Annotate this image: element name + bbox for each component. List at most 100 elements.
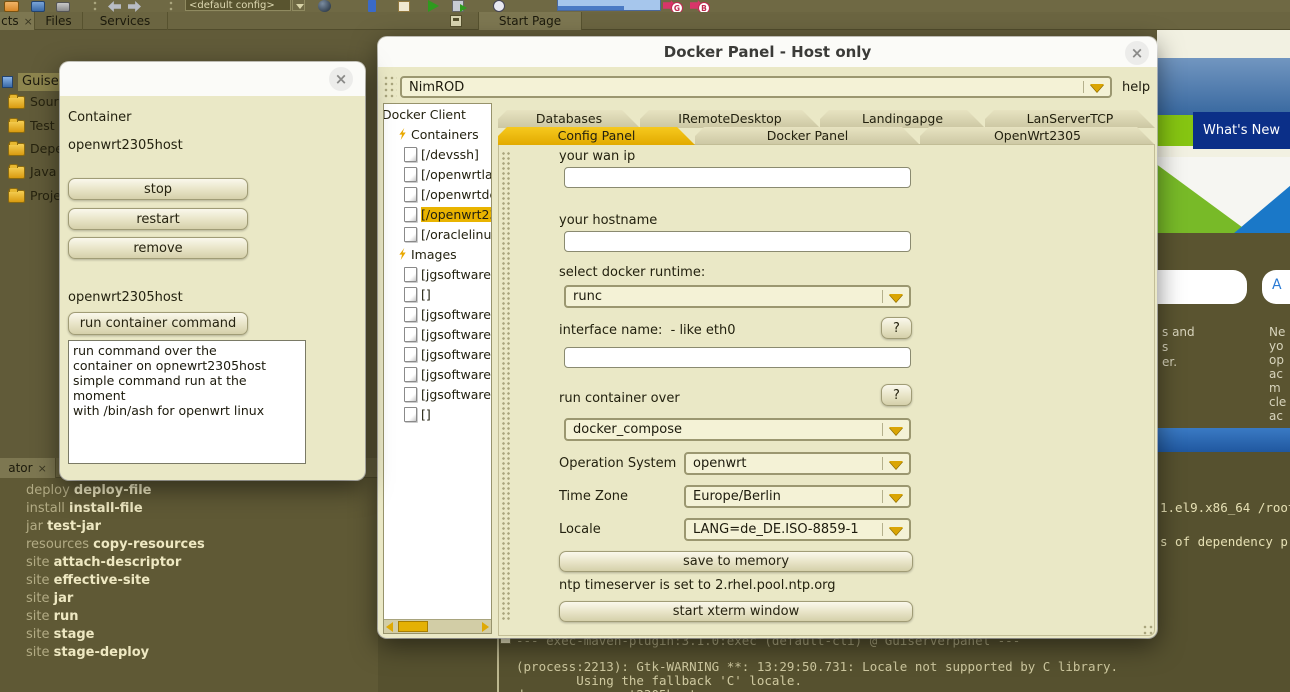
print-icon[interactable]: [56, 2, 70, 12]
tree-item-sources[interactable]: Sour: [30, 94, 59, 109]
tab-files[interactable]: Files: [35, 12, 83, 30]
docker-tree[interactable]: Docker Client Containers [/devssh] [/ope…: [383, 103, 492, 634]
tree-item-project-files[interactable]: Proje: [30, 188, 61, 203]
docs-icon[interactable]: [398, 1, 410, 12]
nav-goal[interactable]: site attach-descriptor: [26, 555, 181, 570]
nav-goal[interactable]: deploy deploy-file: [26, 483, 152, 498]
start-xterm-button[interactable]: start xterm window: [559, 601, 913, 622]
run-project-icon[interactable]: [428, 0, 439, 12]
tree-leaf-container[interactable]: [/openwrtderb: [384, 184, 491, 204]
config-select[interactable]: <default config>: [185, 0, 291, 11]
close-icon[interactable]: ×: [1125, 41, 1149, 65]
clean-build-icon[interactable]: [368, 0, 376, 12]
editor-dock-icon[interactable]: [450, 15, 462, 27]
memory-gauge[interactable]: [557, 0, 661, 11]
run-over-help-button[interactable]: ?: [881, 384, 912, 406]
remove-button[interactable]: remove: [68, 237, 248, 259]
whats-new-banner[interactable]: What's New: [1193, 112, 1290, 149]
scroll-left-icon[interactable]: [386, 622, 393, 632]
wan-ip-input[interactable]: [564, 167, 911, 188]
tree-node-containers[interactable]: Containers: [384, 124, 491, 144]
news-card: [1157, 270, 1247, 304]
project-root-icon: [2, 76, 13, 88]
stop-button[interactable]: stop: [68, 178, 248, 200]
command-textarea[interactable]: run command over the container on opnewr…: [68, 340, 306, 464]
tree-leaf-container[interactable]: [/oraclelinuxla: [384, 224, 491, 244]
interface-input[interactable]: [564, 347, 911, 368]
card-text-fragment: s andser.: [1162, 325, 1195, 370]
news-card-2[interactable]: A: [1262, 270, 1290, 304]
nav-goal[interactable]: install install-file: [26, 501, 143, 516]
tree-leaf-container[interactable]: [/devssh]: [384, 144, 491, 164]
locale-combo[interactable]: LANG=de_DE.ISO-8859-1: [684, 518, 911, 541]
tab-docker-panel[interactable]: Docker Panel: [695, 127, 920, 145]
scroll-right-icon[interactable]: [482, 622, 489, 632]
timezone-combo[interactable]: Europe/Berlin: [684, 485, 911, 508]
tab-lanservertcp[interactable]: LanServerTCP: [985, 110, 1155, 128]
tree-leaf-image[interactable]: [jgsoftwares/c: [384, 344, 491, 364]
debug-project-icon[interactable]: [452, 0, 464, 12]
tree-leaf-image[interactable]: [jgsoftwares/c: [384, 324, 491, 344]
hostname-input[interactable]: [564, 231, 911, 252]
resize-grip[interactable]: [1142, 624, 1154, 636]
restart-button[interactable]: restart: [68, 208, 248, 230]
help-link[interactable]: help: [1122, 80, 1150, 95]
stop-server-icon[interactable]: B: [690, 0, 708, 12]
tab-config-panel[interactable]: Config Panel: [498, 127, 695, 145]
container-dialog-titlebar[interactable]: [60, 62, 365, 96]
save-to-memory-button[interactable]: save to memory: [559, 551, 913, 572]
docker-dialog-titlebar[interactable]: Docker Panel - Host only: [378, 37, 1157, 67]
tree-item-java-dependencies[interactable]: Java: [30, 164, 56, 179]
close-icon[interactable]: ×: [329, 67, 353, 91]
tree-leaf-image[interactable]: [jgsoftwares/c: [384, 264, 491, 284]
tab-services[interactable]: Services: [83, 12, 168, 30]
new-file-icon[interactable]: [4, 1, 19, 12]
save-icon[interactable]: [31, 1, 45, 12]
tab-landingapge[interactable]: Landingapge: [820, 110, 985, 128]
tab-navigator[interactable]: ator×: [0, 458, 56, 478]
undo-icon[interactable]: [108, 1, 121, 12]
nav-goal[interactable]: site effective-site: [26, 573, 150, 588]
theme-combo[interactable]: NimROD: [400, 76, 1112, 98]
tree-node-images[interactable]: Images: [384, 244, 491, 264]
tree-leaf-image[interactable]: [jgsoftwares/c: [384, 304, 491, 324]
runtime-combo[interactable]: runc: [564, 285, 911, 308]
runtime-label: select docker runtime:: [559, 265, 705, 280]
close-icon[interactable]: ×: [24, 15, 33, 28]
tree-leaf-container[interactable]: [/openwrtland: [384, 164, 491, 184]
tree-leaf-image[interactable]: [jgsoftwares/c: [384, 364, 491, 384]
tree-h-scrollbar[interactable]: [384, 619, 491, 633]
tree-item-dependencies[interactable]: Depe: [30, 141, 63, 156]
nav-goal[interactable]: resources copy-resources: [26, 537, 205, 552]
drag-grip[interactable]: [383, 75, 397, 99]
tab-start-page[interactable]: Start Page: [478, 12, 582, 30]
tree-leaf-image[interactable]: [jgsoftwares/h: [384, 384, 491, 404]
nav-goal[interactable]: site stage: [26, 627, 94, 642]
file-icon: [404, 327, 417, 342]
profile-project-icon[interactable]: [493, 0, 505, 12]
tab-databases[interactable]: Databases: [498, 110, 640, 128]
tab-iremotedesktop[interactable]: IRemoteDesktop: [640, 110, 820, 128]
start-page-header: [1157, 58, 1290, 118]
tab-openwrt2305[interactable]: OpenWrt2305: [920, 127, 1155, 145]
nav-goal[interactable]: jar test-jar: [26, 519, 101, 534]
run-container-command-button[interactable]: run container command: [68, 312, 248, 335]
scrollbar-thumb[interactable]: [398, 621, 428, 632]
nav-goal[interactable]: site stage-deploy: [26, 645, 149, 660]
tree-leaf-container-selected[interactable]: [/openwrt2305: [384, 204, 491, 224]
close-icon[interactable]: ×: [38, 462, 47, 475]
config-select-arrow-icon[interactable]: [292, 0, 305, 11]
build-icon[interactable]: [318, 0, 331, 12]
tree-leaf-image[interactable]: []: [384, 404, 491, 424]
tree-item-tests[interactable]: Test: [30, 118, 55, 133]
os-combo[interactable]: openwrt: [684, 452, 911, 475]
run-over-combo[interactable]: docker_compose: [564, 418, 911, 441]
nav-goal[interactable]: site jar: [26, 591, 73, 606]
redo-icon[interactable]: [128, 1, 141, 12]
tree-leaf-image[interactable]: []: [384, 284, 491, 304]
restart-glassfish-icon[interactable]: G: [663, 0, 681, 12]
tree-root[interactable]: Docker Client: [383, 104, 491, 124]
tab-projects[interactable]: cts×: [0, 12, 35, 30]
interface-help-button[interactable]: ?: [881, 317, 912, 339]
nav-goal[interactable]: site run: [26, 609, 79, 624]
